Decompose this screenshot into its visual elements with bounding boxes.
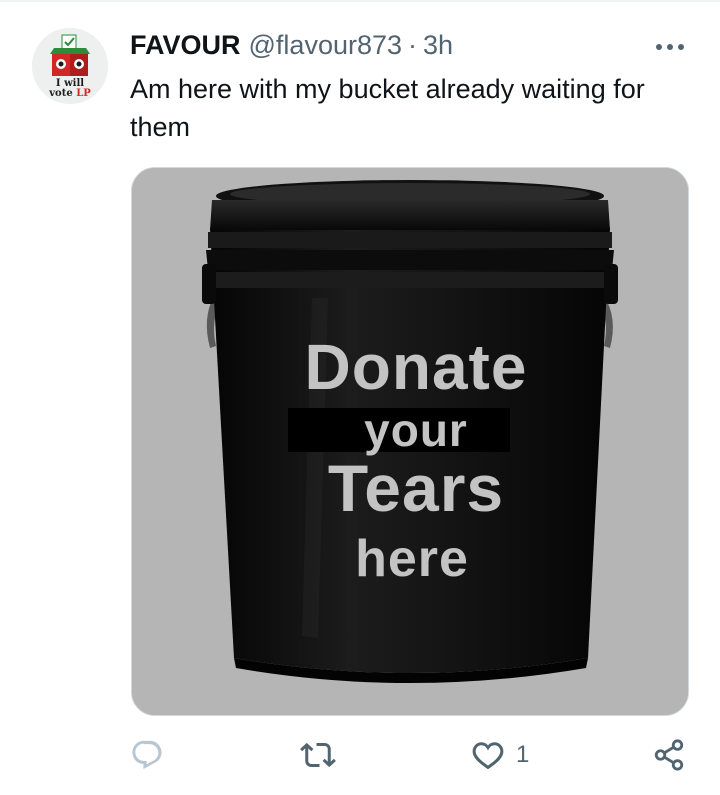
like-button[interactable]: 1: [470, 730, 529, 780]
avatar[interactable]: I will vote LP: [32, 28, 108, 104]
image-text-your: your: [364, 404, 468, 456]
tweet-text: Am here with my bucket already waiting f…: [130, 74, 645, 142]
heart-icon: [472, 742, 504, 770]
tweet-media-image[interactable]: Donate your Tears here: [131, 167, 689, 716]
more-options-button[interactable]: [650, 34, 690, 60]
retweet-button[interactable]: [300, 730, 346, 780]
tweet-header: FAVOUR @flavour873 · 3h: [130, 30, 453, 64]
tweet-timestamp[interactable]: 3h: [423, 30, 453, 61]
avatar-caption-accent: LP: [76, 88, 91, 99]
image-text-here: here: [355, 530, 469, 588]
tweet-actions: 1: [0, 730, 720, 780]
share-button[interactable]: [652, 730, 686, 780]
share-nodes-icon: [654, 739, 684, 771]
avatar-caption-prefix: vote: [49, 88, 77, 99]
like-count: 1: [516, 741, 530, 768]
reply-button[interactable]: [130, 730, 174, 780]
avatar-caption-line2: vote LP: [32, 89, 108, 99]
author-handle[interactable]: @flavour873: [249, 30, 403, 61]
retweet-arrows-icon: [300, 742, 336, 768]
image-text-donate: Donate: [304, 331, 528, 403]
reply-bubble-icon: [132, 740, 162, 770]
tweet-card[interactable]: I will vote LP FAVOUR @flavour873 · 3h A…: [0, 0, 720, 795]
separator-dot: ·: [408, 30, 418, 60]
author-display-name[interactable]: FAVOUR: [130, 30, 241, 61]
image-text-tears: Tears: [327, 451, 505, 525]
more-horizontal-icon: [656, 44, 684, 50]
